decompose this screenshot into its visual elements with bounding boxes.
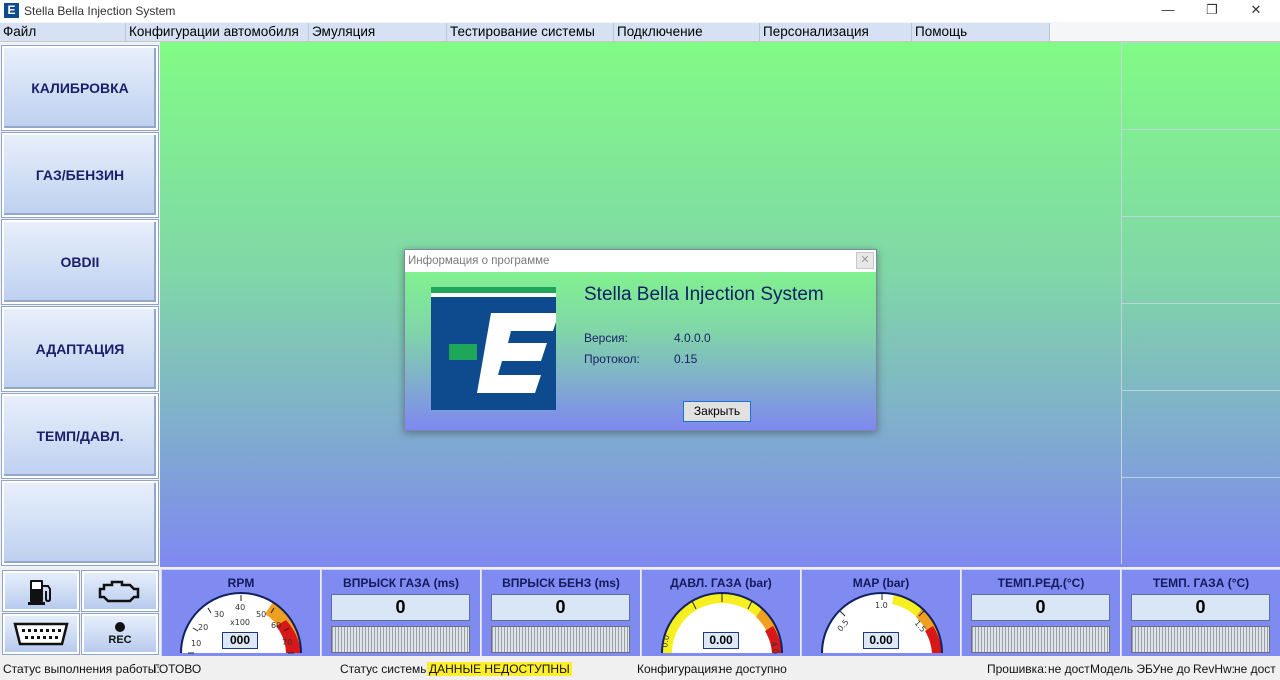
map-value: 0.00 — [863, 632, 899, 649]
petrol-injection-value: 0 — [491, 594, 630, 621]
system-status-label: Статус системы: — [340, 662, 433, 676]
dialog-title-bar: Информация о программе ✕ — [405, 250, 876, 272]
right-panel-cell — [1121, 216, 1280, 303]
product-logo — [431, 287, 556, 410]
gas-injection-value: 0 — [331, 594, 470, 621]
temp-pressure-button[interactable]: ТЕМП/ДАВЛ. — [1, 393, 159, 479]
petrol-injection-title: ВПРЫСК БЕНЗ (ms) — [502, 576, 620, 590]
petrol-injection-gauge: ВПРЫСК БЕНЗ (ms) 0 — [481, 569, 640, 656]
obd-connector-button[interactable] — [2, 613, 80, 655]
right-panel-cell — [1121, 477, 1280, 564]
right-panel-cell — [1121, 303, 1280, 390]
version-label: Версия: — [584, 331, 628, 345]
rpm-tick-label: 40 — [235, 603, 245, 612]
petrol-injection-bar — [491, 626, 630, 653]
map-title: MAP (bar) — [852, 576, 910, 590]
config-status-value: не доступно — [719, 662, 787, 676]
application-window: E Stella Bella Injection System — ❐ ✕ Фа… — [0, 0, 1280, 680]
about-dialog: Информация о программе ✕ Stella Bella In… — [404, 249, 877, 431]
fuel-switch-button[interactable] — [2, 570, 80, 612]
rpm-tick-label: 70 — [282, 638, 292, 647]
window-title: Stella Bella Injection System — [24, 4, 176, 18]
gas-injection-bar — [331, 626, 470, 653]
revhw-value: не дост — [1234, 662, 1276, 676]
map-tick-label: 1.0 — [875, 601, 888, 610]
empty-nav-button[interactable] — [1, 480, 159, 566]
rpm-gauge: RPM 10 20 30 40 50 60 70 x100 000 — [161, 569, 320, 656]
gas-temp-title: ТЕМП. ГАЗА (°C) — [1152, 576, 1250, 590]
rpm-title: RPM — [227, 576, 255, 590]
menu-help[interactable]: Помощь — [912, 23, 1050, 41]
status-bar: Статус выполнения работы: ГОТОВО Статус … — [0, 657, 1280, 680]
menu-system-testing[interactable]: Тестирование системы — [447, 23, 614, 41]
dialog-title: Информация о программе — [408, 255, 550, 267]
protocol-value: 0.15 — [674, 352, 698, 366]
title-bar: E Stella Bella Injection System — ❐ ✕ — [0, 0, 1280, 22]
ecu-model-value: не до — [1160, 662, 1191, 676]
left-navigation: КАЛИБРОВКА ГАЗ/БЕНЗИН OBDII АДАПТАЦИЯ ТЕ… — [0, 42, 160, 567]
firmware-value: не дост — [1048, 662, 1090, 676]
rpm-value: 000 — [222, 632, 258, 649]
app-logo-icon: E — [4, 3, 19, 18]
close-button[interactable]: Закрыть — [683, 401, 751, 422]
gas-injection-gauge: ВПРЫСК ГАЗА (ms) 0 — [321, 569, 480, 656]
gas-temp-bar — [1131, 626, 1270, 653]
reducer-temp-value: 0 — [971, 594, 1110, 621]
right-panel-cell — [1121, 42, 1280, 129]
rpm-unit-label: x100 — [230, 618, 250, 627]
gas-petrol-button[interactable]: ГАЗ/БЕНЗИН — [1, 132, 159, 218]
right-panel-cell — [1121, 129, 1280, 216]
rpm-tick-label: 10 — [191, 639, 201, 648]
reducer-temp-title: ТЕМП.РЕД.(°C) — [997, 576, 1085, 590]
version-value: 4.0.0.0 — [674, 331, 711, 345]
gas-temp-gauge: ТЕМП. ГАЗА (°C) 0 — [1121, 569, 1280, 656]
menu-emulation[interactable]: Эмуляция — [309, 23, 447, 41]
config-status-label: Конфигурация: — [637, 662, 721, 676]
record-label: REC — [108, 634, 132, 646]
rpm-tick-label: 20 — [198, 623, 208, 632]
gas-temp-value: 0 — [1131, 594, 1270, 621]
map-gauge: MAP (bar) 0.5 1.0 1.5 0.00 — [801, 569, 960, 656]
gas-injection-title: ВПРЫСК ГАЗА (ms) — [343, 576, 459, 590]
minimize-icon[interactable]: — — [1146, 0, 1190, 22]
check-engine-button[interactable] — [81, 570, 159, 612]
firmware-label: Прошивка: — [987, 662, 1048, 676]
reducer-temp-bar — [971, 626, 1110, 653]
menu-connection[interactable]: Подключение — [614, 23, 760, 41]
adaptation-button[interactable]: АДАПТАЦИЯ — [1, 306, 159, 392]
rpm-tick-label: 30 — [214, 610, 224, 619]
record-dot-icon — [115, 622, 125, 632]
menu-personalization[interactable]: Персонализация — [760, 23, 912, 41]
calibration-button[interactable]: КАЛИБРОВКА — [1, 45, 159, 131]
rpm-tick-label: 60 — [271, 621, 281, 630]
menu-file[interactable]: Файл — [0, 23, 126, 41]
reducer-temp-gauge: ТЕМП.РЕД.(°C) 0 — [961, 569, 1120, 656]
rpm-tick-label: 50 — [256, 610, 266, 619]
work-status-value: ГОТОВО — [153, 662, 202, 676]
right-panel-cell — [1121, 390, 1280, 477]
close-icon[interactable]: ✕ — [1234, 0, 1278, 22]
menu-vehicle-config[interactable]: Конфигурации автомобиля — [126, 23, 309, 41]
dialog-close-icon[interactable]: ✕ — [856, 252, 874, 269]
ecu-model-label: Модель ЭБУ: — [1090, 662, 1164, 676]
system-status-value: ДАННЫЕ НЕДОСТУПНЫ — [427, 662, 572, 676]
gas-pressure-value: 0.00 — [703, 632, 739, 649]
obd-connector-icon — [13, 622, 69, 646]
protocol-label: Протокол: — [584, 352, 640, 366]
dialog-app-name: Stella Bella Injection System — [584, 284, 824, 305]
revhw-label: RevHw: — [1193, 662, 1236, 676]
restore-icon[interactable]: ❐ — [1190, 0, 1234, 22]
record-button[interactable]: REC — [81, 613, 159, 655]
work-status-label: Статус выполнения работы: — [3, 662, 160, 676]
obdii-button[interactable]: OBDII — [1, 219, 159, 305]
right-panel — [1121, 42, 1280, 567]
gas-pressure-gauge: ДАВЛ. ГАЗА (bar) 0.0 4.0 0.00 — [641, 569, 800, 656]
menu-bar: Файл Конфигурации автомобиля Эмуляция Те… — [0, 22, 1280, 42]
gas-pressure-title: ДАВЛ. ГАЗА (bar) — [670, 576, 772, 590]
check-engine-icon — [98, 580, 140, 603]
fuel-pump-icon — [28, 580, 51, 605]
